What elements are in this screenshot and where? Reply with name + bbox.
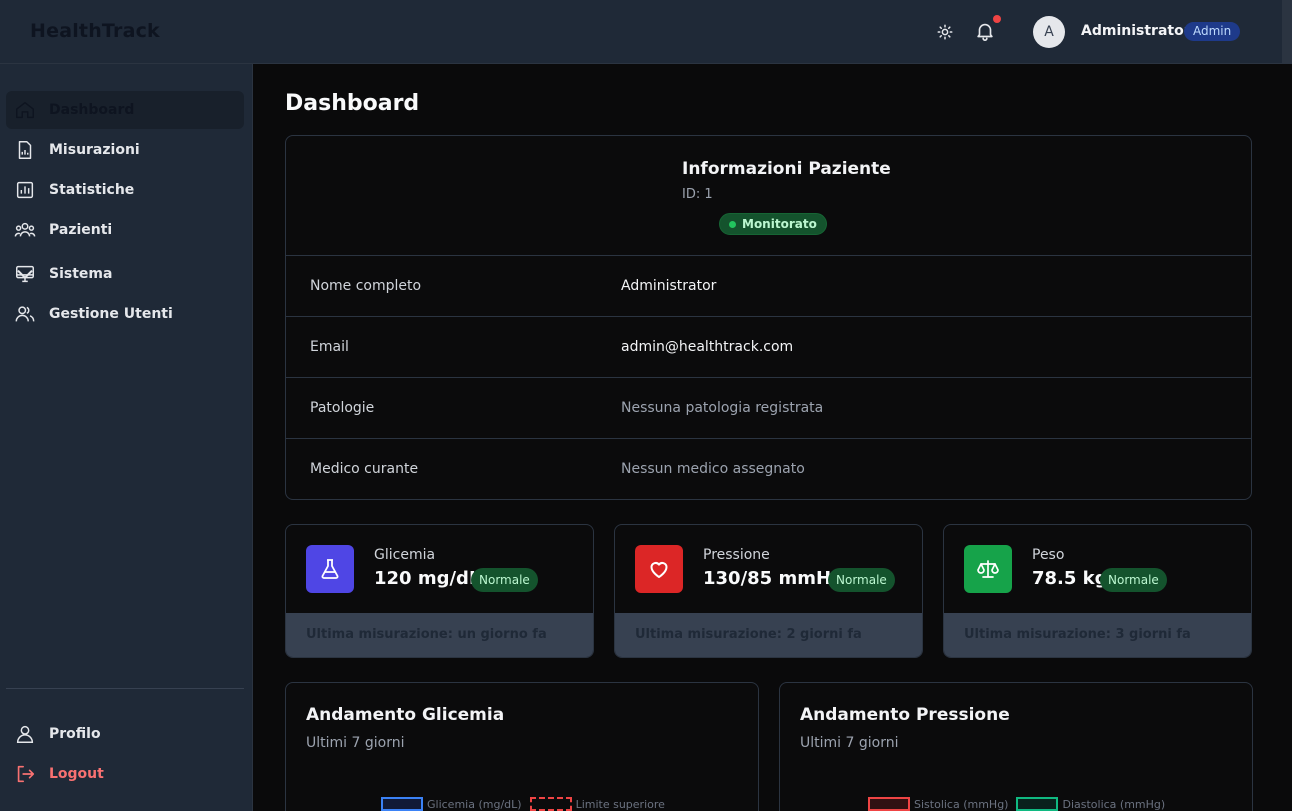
last-measurement-text: Ultima misurazione: 3 giorni fa — [964, 627, 1191, 642]
sidebar-item-label: Statistiche — [49, 182, 135, 198]
theme-toggle-sun-icon[interactable] — [936, 23, 954, 41]
info-row-medico: Medico curante Nessun medico assegnato — [286, 439, 1251, 500]
legend-label: Diastolica (mmHg) — [1062, 797, 1166, 811]
info-label: Email — [310, 339, 349, 355]
role-badge: Admin — [1184, 22, 1241, 41]
last-measurement-text: Ultima misurazione: un giorno fa — [306, 627, 547, 642]
info-row-email: Email admin@healthtrack.com — [286, 317, 1251, 378]
sidebar-item-label: Gestione Utenti — [49, 306, 173, 322]
status-badge: Normale — [828, 568, 895, 592]
top-bar: HealthTrack A Administrator Admin — [0, 0, 1282, 64]
status-badge: Normale — [471, 568, 538, 592]
bar-chart-icon — [16, 181, 34, 199]
sidebar-item-statistiche[interactable]: Statistiche — [6, 171, 244, 209]
heart-icon — [650, 562, 668, 578]
legend-label: Sistolica (mmHg) — [914, 797, 1009, 811]
info-row-patologie: Patologie Nessuna patologia registrata — [286, 378, 1251, 439]
scrollbar[interactable] — [1282, 64, 1292, 811]
sidebar-divider — [6, 688, 244, 689]
flask-icon — [321, 559, 339, 579]
sidebar-item-label: Profilo — [49, 726, 101, 742]
chart-legend: Sistolica (mmHg) Diastolica (mmHg) — [868, 797, 1173, 811]
metric-title: Glicemia — [374, 547, 436, 563]
sidebar-item-label: Logout — [49, 766, 104, 782]
patient-info-header: Informazioni Paziente ID: 1 Monitorato — [286, 136, 1251, 256]
scrollbar-top — [1282, 0, 1292, 64]
info-value: Nessuna patologia registrata — [621, 400, 824, 416]
sidebar-item-gestione-utenti[interactable]: Gestione Utenti — [6, 295, 244, 333]
avatar[interactable]: A — [1033, 16, 1065, 48]
legend-swatch — [381, 797, 423, 811]
chart-title: Andamento Glicemia — [306, 705, 505, 725]
chart-subtitle: Ultimi 7 giorni — [306, 735, 405, 751]
info-row-nome: Nome completo Administrator — [286, 256, 1251, 317]
info-label: Nome completo — [310, 278, 422, 294]
chevron-down-icon[interactable] — [14, 263, 36, 285]
home-icon — [16, 101, 34, 119]
notifications-bell-icon[interactable] — [974, 20, 996, 42]
legend-label: Limite superiore — [575, 797, 665, 811]
status-badge: Normale — [1100, 568, 1167, 592]
chart-card-glicemia: Andamento Glicemia Ultimi 7 giorni Glice… — [285, 682, 759, 811]
legend-swatch — [868, 797, 910, 811]
status-badge: Monitorato — [719, 213, 827, 235]
sidebar-item-label: Pazienti — [49, 222, 113, 238]
sidebar-item-label: Sistema — [49, 266, 113, 282]
metric-card-glicemia[interactable]: Glicemia 120 mg/dL Normale Ultima misura… — [285, 524, 594, 658]
metric-title: Peso — [1032, 547, 1065, 563]
metric-icon-box — [306, 545, 354, 593]
brand-logo[interactable]: HealthTrack — [30, 20, 160, 42]
patient-id: ID: 1 — [682, 187, 713, 202]
document-chart-icon — [18, 141, 32, 159]
legend-swatch — [1016, 797, 1059, 811]
patient-info-card: Informazioni Paziente ID: 1 Monitorato N… — [285, 135, 1252, 500]
scale-icon — [977, 560, 999, 578]
metric-footer: Ultima misurazione: un giorno fa — [286, 613, 593, 657]
chart-card-pressione: Andamento Pressione Ultimi 7 giorni Sist… — [779, 682, 1253, 811]
page-title: Dashboard — [285, 91, 420, 116]
chart-legend: Glicemia (mg/dL) Limite superiore — [381, 797, 673, 811]
metric-card-pressione[interactable]: Pressione 130/85 mmHg Normale Ultima mis… — [614, 524, 923, 658]
sidebar: Dashboard Misurazioni Statistiche Pazien… — [0, 64, 253, 811]
metric-value: 78.5 kg — [1032, 568, 1108, 589]
main-content: Dashboard Informazioni Paziente ID: 1 Mo… — [254, 64, 1282, 811]
metric-card-peso[interactable]: Peso 78.5 kg Normale Ultima misurazione:… — [943, 524, 1252, 658]
metric-value: 120 mg/dL — [374, 568, 481, 589]
user-icon — [16, 725, 34, 743]
metric-footer: Ultima misurazione: 3 giorni fa — [944, 613, 1251, 657]
legend-label: Glicemia (mg/dL) — [427, 797, 522, 811]
info-value: Nessun medico assegnato — [621, 461, 805, 477]
info-value: admin@healthtrack.com — [621, 339, 794, 355]
legend-swatch — [529, 797, 572, 811]
info-label: Patologie — [310, 400, 375, 416]
info-label: Medico curante — [310, 461, 419, 477]
patient-info-title: Informazioni Paziente — [682, 159, 891, 179]
info-value: Administrator — [621, 278, 717, 294]
sidebar-item-pazienti[interactable]: Pazienti — [6, 211, 244, 249]
sidebar-item-dashboard[interactable]: Dashboard — [6, 91, 244, 129]
legend-item[interactable]: Glicemia (mg/dL) — [381, 797, 522, 811]
user-name[interactable]: Administrator — [1081, 23, 1191, 39]
sidebar-item-profilo[interactable]: Profilo — [6, 715, 244, 753]
last-measurement-text: Ultima misurazione: 2 giorni fa — [635, 627, 862, 642]
metric-icon-box — [635, 545, 683, 593]
sidebar-item-logout[interactable]: Logout — [6, 755, 244, 793]
sidebar-item-misurazioni[interactable]: Misurazioni — [6, 131, 244, 169]
legend-item[interactable]: Sistolica (mmHg) — [868, 797, 1008, 811]
metric-icon-box — [964, 545, 1012, 593]
chart-title: Andamento Pressione — [800, 705, 1010, 725]
sidebar-item-sistema[interactable]: Sistema — [6, 255, 244, 293]
legend-item[interactable]: Limite superiore — [529, 797, 665, 811]
metric-title: Pressione — [703, 547, 770, 563]
sidebar-item-label: Dashboard — [49, 102, 135, 118]
logout-icon — [17, 765, 35, 783]
chart-subtitle: Ultimi 7 giorni — [800, 735, 899, 751]
sidebar-item-label: Misurazioni — [49, 142, 140, 158]
notification-dot — [993, 15, 1001, 23]
users-icon — [15, 306, 35, 322]
metric-footer: Ultima misurazione: 2 giorni fa — [615, 613, 922, 657]
metric-value: 130/85 mmHg — [703, 568, 844, 589]
users-group-icon — [14, 222, 36, 237]
legend-item[interactable]: Diastolica (mmHg) — [1016, 797, 1165, 811]
